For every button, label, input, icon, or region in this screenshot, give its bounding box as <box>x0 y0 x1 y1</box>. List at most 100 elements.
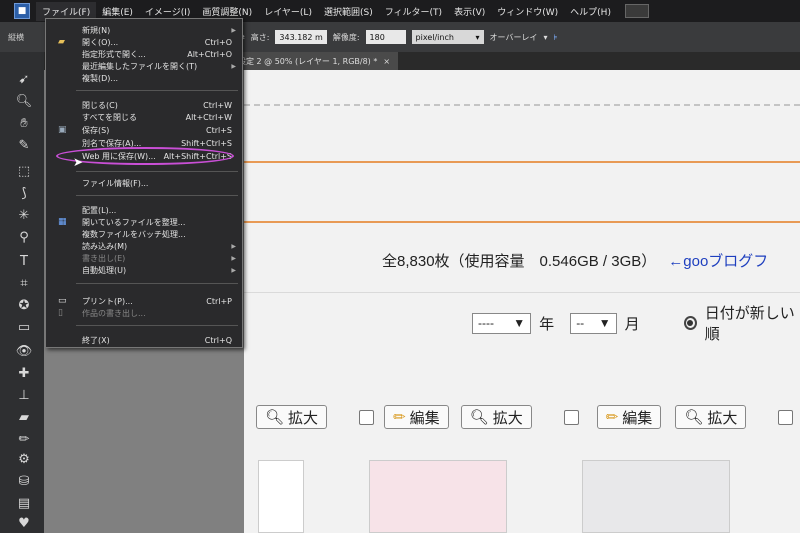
submenu-arrow-icon: ▶ <box>231 62 236 70</box>
month-select[interactable]: -- ▼ <box>570 312 617 334</box>
sort-label: 日付が新しい順 <box>704 305 795 343</box>
rotate-icon[interactable]: ⊧ <box>553 33 557 42</box>
enlarge-label: 拡大 <box>288 409 319 427</box>
menu-item-label: 書き出し(E) <box>82 253 126 263</box>
menu-item-exit[interactable]: 終了(X) Ctrl+Q <box>46 334 242 346</box>
menu-item-batch-process[interactable]: 複数ファイルをバッチ処理... <box>46 228 242 240</box>
smart-brush-tool-icon[interactable]: ⚙ <box>15 450 33 468</box>
document-tab[interactable]: 設定 2 @ 50% (レイヤー 1, RGB/8) * × <box>230 52 399 70</box>
month-label: 月 <box>624 315 640 333</box>
menu-item-export[interactable]: 書き出し(E) ▶ <box>46 252 242 264</box>
close-icon[interactable]: × <box>383 57 390 66</box>
overlay-dropdown[interactable]: オーバーレイ <box>490 32 538 43</box>
enlarge-button[interactable]: 🔍︎ 拡大 <box>460 405 532 429</box>
menu-item-automation[interactable]: 自動処理(U) ▶ <box>46 264 242 276</box>
menu-item-label: プリント(P)... <box>82 296 133 306</box>
menu-filter[interactable]: フィルター(T) <box>379 2 448 21</box>
marquee-tool-icon[interactable]: ⬚ <box>15 162 33 180</box>
menu-item-save[interactable]: ▣ 保存(S) Ctrl+S <box>46 124 242 136</box>
eraser-tool-icon[interactable]: ▰ <box>15 408 33 426</box>
type-tool-icon[interactable]: T <box>15 252 33 270</box>
menu-item-close[interactable]: 閉じる(C) Ctrl+W <box>46 99 242 111</box>
zoom-tool-icon[interactable]: 🔍︎ <box>15 92 33 110</box>
photo-checkbox[interactable] <box>778 409 794 425</box>
move-tool-icon[interactable]: ➹ <box>15 70 33 88</box>
shape-tool-icon[interactable]: ♥ <box>15 514 33 532</box>
menu-item-new[interactable]: 新規(N) ▶ <box>46 24 242 36</box>
date-filter: ---- ▼ 年 -- ▼ 月 日付が新しい順 <box>472 302 800 344</box>
menu-item-import[interactable]: 読み込み(M) ▶ <box>46 240 242 252</box>
mouse-cursor-icon: ➤ <box>73 155 84 169</box>
brush-tool-icon[interactable]: ✏ <box>15 430 33 448</box>
edit-button[interactable]: ✏ 編集 <box>596 405 662 429</box>
enlarge-button[interactable]: 🔍︎ 拡大 <box>675 405 747 429</box>
menu-item-export-creation[interactable]: ▯ 作品の書き出し... <box>46 307 242 319</box>
photo-checkbox[interactable] <box>359 409 375 425</box>
submenu-arrow-icon: ▶ <box>231 26 236 34</box>
menu-item-label: 読み込み(M) <box>82 241 128 251</box>
workspace-switch-icon[interactable] <box>624 4 649 18</box>
paint-bucket-tool-icon[interactable]: ⛁ <box>15 472 33 490</box>
menu-item-shortcut: Ctrl+W <box>203 100 232 110</box>
photo-action-row: 🔍︎ 拡大 ✏ 編集 🔍︎ 拡大 ✏ 編集 🔍︎ 拡大 <box>256 405 794 429</box>
chevron-down-icon: ▼ <box>598 316 611 330</box>
menu-layer[interactable]: レイヤー(L) <box>258 2 318 21</box>
menu-help[interactable]: ヘルプ(H) <box>564 2 617 21</box>
menu-item-label: ファイル情報(F)... <box>82 178 149 188</box>
menu-item-file-info[interactable]: ファイル情報(F)... <box>46 177 242 189</box>
menu-item-open[interactable]: ▰ 開く(O)... Ctrl+O <box>46 36 242 48</box>
menu-item-open-recent[interactable]: 最近編集したファイルを開く(T) ▶ <box>46 60 242 72</box>
menu-item-duplicate[interactable]: 複製(D)... <box>46 72 242 84</box>
gradient-tool-icon[interactable]: ▤ <box>15 494 33 512</box>
menu-item-print[interactable]: ▭ プリント(P)... Ctrl+P <box>46 295 242 307</box>
menu-separator <box>76 195 238 196</box>
magic-wand-tool-icon[interactable]: ✳ <box>15 206 33 224</box>
menu-item-label: 配置(L)... <box>82 205 117 215</box>
dashed-divider <box>244 104 800 106</box>
straighten-tool-icon[interactable]: ▭ <box>15 318 33 336</box>
height-field[interactable]: 343.182 m <box>275 30 327 44</box>
lasso-tool-icon[interactable]: ⟆ <box>15 184 33 202</box>
document-canvas[interactable]: 全8,830枚（使用容量 0.546GB / 3GB） ←gooブログフ ----… <box>244 70 800 533</box>
clone-stamp-tool-icon[interactable]: ⊥ <box>15 386 33 404</box>
selection-brush-tool-icon[interactable]: ⚲ <box>15 228 33 246</box>
menu-view[interactable]: 表示(V) <box>448 2 491 21</box>
photo-thumbnail[interactable] <box>369 460 507 533</box>
menu-item-shortcut: Shift+Ctrl+S <box>181 138 232 148</box>
resolution-field[interactable]: 180 <box>365 30 406 44</box>
menu-item-label: 保存(S) <box>82 125 110 135</box>
healing-brush-tool-icon[interactable]: ✚ <box>15 364 33 382</box>
menu-item-close-all[interactable]: すべてを閉じる Alt+Ctrl+W <box>46 111 242 123</box>
storage-quota: 全8,830枚（使用容量 0.546GB / 3GB） ←gooブログフ <box>382 250 768 271</box>
menu-item-organize-open-files[interactable]: ▦ 開いているファイルを整理... <box>46 216 242 228</box>
menu-item-shortcut: Ctrl+S <box>205 125 232 135</box>
menu-separator <box>76 325 238 326</box>
menu-item-place[interactable]: 配置(L)... <box>46 204 242 216</box>
menu-item-label: 開く(O)... <box>82 37 119 47</box>
hand-tool-icon[interactable]: ✋︎ <box>15 114 33 132</box>
eyedropper-tool-icon[interactable]: ✎ <box>15 136 33 154</box>
sort-radio[interactable] <box>683 316 697 330</box>
magnifier-icon: 🔍︎ <box>265 409 285 426</box>
menu-separator <box>76 171 238 172</box>
menu-item-open-as[interactable]: 指定形式で開く... Alt+Ctrl+O <box>46 48 242 60</box>
menu-item-shortcut: Ctrl+O <box>204 37 232 47</box>
quota-text: 全8,830枚（使用容量 0.546GB / 3GB） <box>382 253 657 270</box>
menu-separator <box>76 283 238 284</box>
chevron-down-icon: ▼ <box>513 316 526 330</box>
photo-thumbnail[interactable] <box>258 460 304 533</box>
cookie-cutter-tool-icon[interactable]: ✪ <box>15 296 33 314</box>
edit-button[interactable]: ✏ 編集 <box>384 405 449 429</box>
goo-blog-link[interactable]: ←gooブログフ <box>668 253 768 270</box>
enlarge-button[interactable]: 🔍︎ 拡大 <box>256 405 328 429</box>
red-eye-tool-icon[interactable]: 👁︎ <box>15 342 33 360</box>
unit-select[interactable]: pixel/inch ▾ <box>411 30 484 44</box>
magnifier-icon: 🔍︎ <box>469 409 489 426</box>
crop-tool-icon[interactable]: ⌗ <box>15 274 33 292</box>
photo-checkbox[interactable] <box>563 409 579 425</box>
year-select[interactable]: ---- ▼ <box>472 312 532 334</box>
photo-thumbnail[interactable] <box>582 460 730 533</box>
menu-select[interactable]: 選択範囲(S) <box>318 2 379 21</box>
menu-window[interactable]: ウィンドウ(W) <box>491 2 564 21</box>
chevron-down-icon: ▾ <box>543 32 548 42</box>
